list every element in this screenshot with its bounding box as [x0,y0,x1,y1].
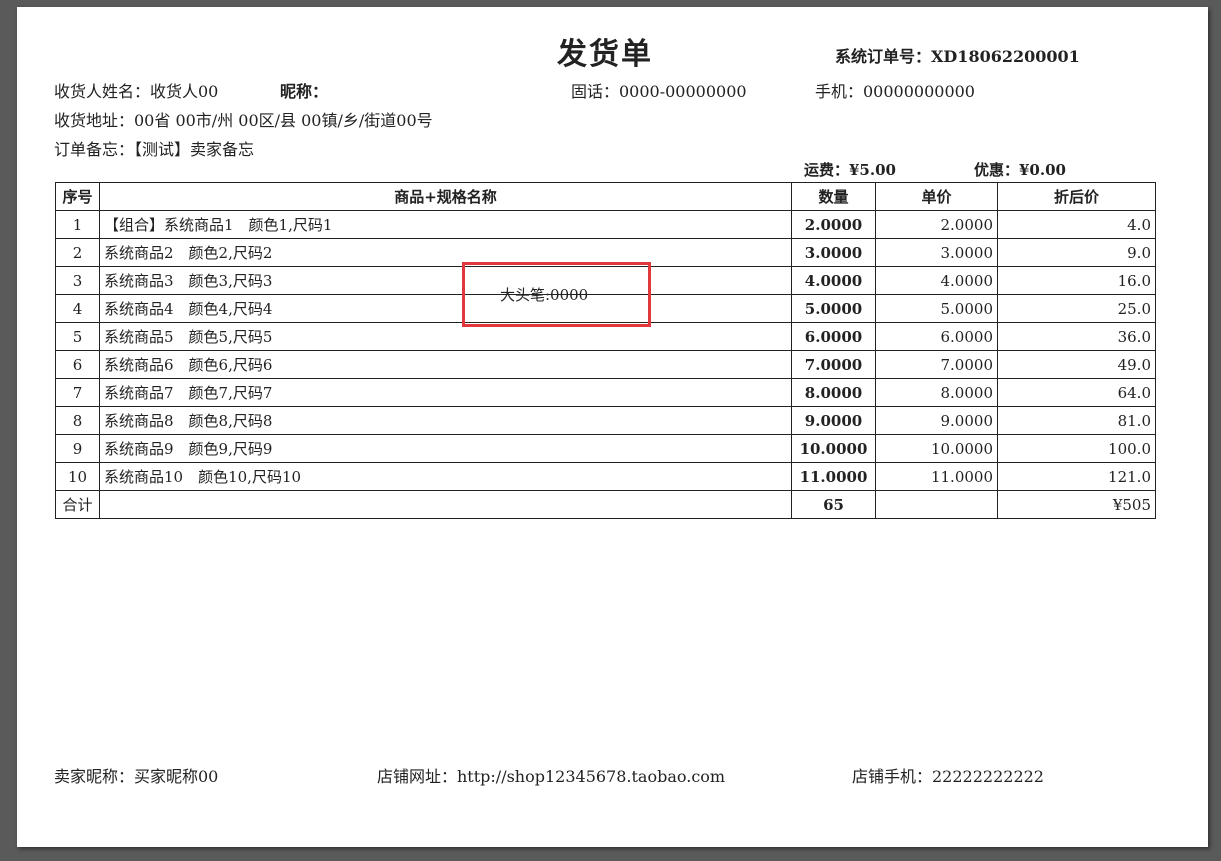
row-qty: 10.0000 [791,434,876,463]
row-name: 系统商品2 颜色2,尺码2 [99,238,792,267]
row-seq: 6 [55,350,100,379]
items-table-body: 1 【组合】系统商品1 颜色1,尺码1 2.0000 2.0000 4.0 2 系统商品2 … [55,210,1156,491]
receiver-nickname-label: 昵称： [280,82,329,101]
row-seq: 8 [55,406,100,435]
row-name: 系统商品8 颜色8,尺码8 [99,406,792,435]
row-qty: 5.0000 [791,294,876,323]
row-name: 系统商品5 颜色5,尺码5 [99,322,792,351]
row-qty: 11.0000 [791,462,876,491]
table-row: 10 系统商品10 颜色10,尺码10 11.0000 11.0000 121.0 [55,462,1156,491]
row-amount: 4.0 [997,210,1156,239]
row-price: 5.0000 [875,294,998,323]
row-seq: 4 [55,294,100,323]
table-row: 8 系统商品8 颜色8,尺码8 9.0000 9.0000 81.0 [55,406,1156,435]
seller-nickname: 卖家昵称：买家昵称00 [54,767,219,786]
row-name: 系统商品9 颜色9,尺码9 [99,434,792,463]
row-price: 2.0000 [875,210,998,239]
row-amount: 81.0 [997,406,1156,435]
receiver-landline: 固话：0000-00000000 [571,82,747,101]
row-seq: 1 [55,210,100,239]
order-memo: 订单备忘：【测试】卖家备忘 [54,140,255,159]
table-row: 9 系统商品9 颜色9,尺码9 10.0000 10.0000 100.0 [55,434,1156,463]
receiver-address: 收货地址：00省 00市/州 00区/县 00镇/乡/街道00号 [54,111,433,130]
order-number: 系统订单号：XD18062200001 [835,43,1080,67]
col-header-name: 商品+规格名称 [99,182,792,211]
row-amount: 100.0 [997,434,1156,463]
row-price: 10.0000 [875,434,998,463]
row-amount: 25.0 [997,294,1156,323]
row-seq: 7 [55,378,100,407]
row-amount: 9.0 [997,238,1156,267]
shop-url: 店铺网址：http://shop12345678.taobao.com [377,767,726,786]
total-price-cell [875,490,998,519]
row-qty: 6.0000 [791,322,876,351]
row-price: 7.0000 [875,350,998,379]
table-header-row: 序号 商品+规格名称 数量 单价 折后价 [55,182,1156,211]
table-row: 1 【组合】系统商品1 颜色1,尺码1 2.0000 2.0000 4.0 [55,210,1156,239]
page-title: 发货单 [557,37,653,72]
row-qty: 3.0000 [791,238,876,267]
items-table: 序号 商品+规格名称 数量 单价 折后价 1 【组合】系统商品1 颜色1,尺码1 2… [55,182,1156,519]
row-price: 4.0000 [875,266,998,295]
row-seq: 9 [55,434,100,463]
total-label: 合计 [55,490,100,519]
row-amount: 16.0 [997,266,1156,295]
discount-amount: 优惠：¥0.00 [974,161,1066,179]
row-price: 6.0000 [875,322,998,351]
row-name: 系统商品10 颜色10,尺码10 [99,462,792,491]
row-amount: 49.0 [997,350,1156,379]
order-number-label: 系统订单号： [835,47,932,66]
marker-text: 大头笔:0000 [500,286,589,304]
row-name: 【组合】系统商品1 颜色1,尺码1 [99,210,792,239]
order-number-value: XD18062200001 [931,47,1080,66]
table-total-row: 合计 65 ¥505 [55,490,1156,519]
row-qty: 2.0000 [791,210,876,239]
row-name: 系统商品4 颜色4,尺码4 [99,294,792,323]
row-seq: 3 [55,266,100,295]
shop-phone: 店铺手机：22222222222 [852,767,1044,786]
col-header-qty: 数量 [791,182,876,211]
row-amount: 64.0 [997,378,1156,407]
row-name: 系统商品3 颜色3,尺码3 [99,266,792,295]
row-amount: 36.0 [997,322,1156,351]
col-header-amount: 折后价 [997,182,1156,211]
col-header-seq: 序号 [55,182,100,211]
row-seq: 10 [55,462,100,491]
invoice-page: 发货单 系统订单号：XD18062200001 收货人姓名：收货人00 昵称： … [17,7,1208,847]
row-qty: 7.0000 [791,350,876,379]
row-qty: 9.0000 [791,406,876,435]
row-amount: 121.0 [997,462,1156,491]
table-row: 6 系统商品6 颜色6,尺码6 7.0000 7.0000 49.0 [55,350,1156,379]
row-seq: 2 [55,238,100,267]
total-name-cell [99,490,792,519]
row-seq: 5 [55,322,100,351]
col-header-price: 单价 [875,182,998,211]
total-qty: 65 [791,490,876,519]
row-name: 系统商品6 颜色6,尺码6 [99,350,792,379]
total-amount: ¥505 [997,490,1156,519]
row-price: 3.0000 [875,238,998,267]
receiver-name: 收货人姓名：收货人00 [54,82,219,101]
row-price: 11.0000 [875,462,998,491]
table-row: 7 系统商品7 颜色7,尺码7 8.0000 8.0000 64.0 [55,378,1156,407]
row-qty: 8.0000 [791,378,876,407]
row-price: 8.0000 [875,378,998,407]
freight-fee: 运费：¥5.00 [804,161,896,179]
row-name: 系统商品7 颜色7,尺码7 [99,378,792,407]
receiver-mobile: 手机：00000000000 [815,82,975,101]
row-qty: 4.0000 [791,266,876,295]
row-price: 9.0000 [875,406,998,435]
